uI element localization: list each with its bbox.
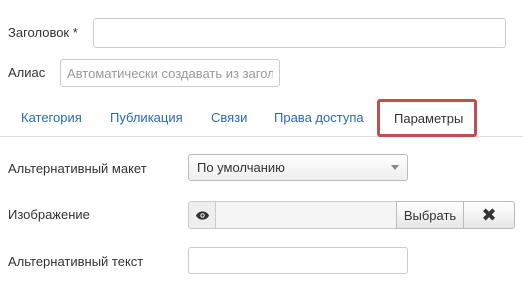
tab-associations[interactable]: Связи xyxy=(211,110,247,125)
layout-select[interactable]: По умолчанию xyxy=(188,154,408,181)
tab-permissions[interactable]: Права доступа xyxy=(274,110,364,125)
alias-label: Алиас xyxy=(8,65,46,80)
tab-parameters-label: Параметры xyxy=(394,111,464,126)
image-path-field[interactable] xyxy=(215,201,397,229)
article-edit-form: Заголовок * Алиас Категория Публикация С… xyxy=(0,0,523,295)
tab-parameters[interactable]: Параметры xyxy=(377,99,477,137)
image-label: Изображение xyxy=(8,207,90,222)
alt-text-label: Альтернативный текст xyxy=(8,254,144,269)
chevron-down-icon xyxy=(391,165,399,170)
title-label: Заголовок * xyxy=(8,25,78,40)
image-select-button[interactable]: Выбрать xyxy=(396,201,464,229)
image-clear-button[interactable]: ✖ xyxy=(463,201,515,229)
tab-publishing[interactable]: Публикация xyxy=(110,110,183,125)
alias-input[interactable] xyxy=(60,59,280,87)
close-icon: ✖ xyxy=(481,204,497,225)
layout-select-value: По умолчанию xyxy=(197,160,285,175)
title-input[interactable] xyxy=(93,18,506,48)
alt-text-input[interactable] xyxy=(188,247,408,274)
layout-label: Альтернативный макет xyxy=(8,161,147,176)
tab-category[interactable]: Категория xyxy=(21,110,82,125)
eye-icon xyxy=(195,210,209,220)
image-preview-button[interactable] xyxy=(188,201,215,229)
